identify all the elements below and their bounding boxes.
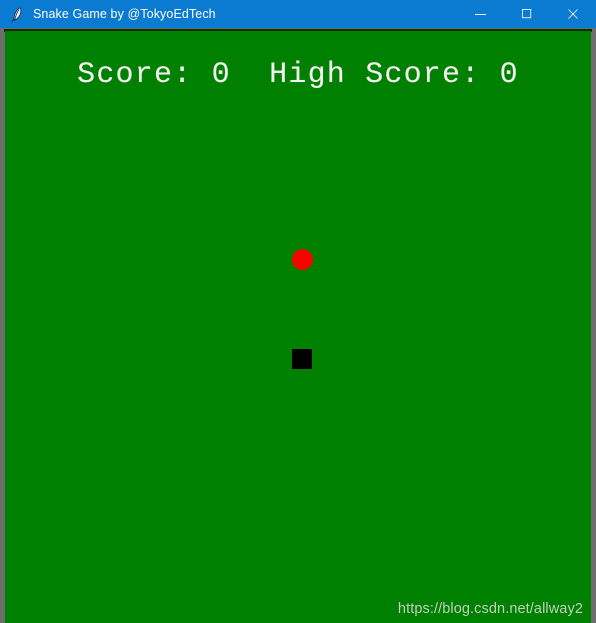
snake-game-window: Snake Game by @TokyoEdTech Score: 0 High… [0, 0, 596, 623]
minimize-button[interactable] [458, 0, 504, 28]
close-button[interactable] [550, 0, 596, 28]
feather-pen-icon [11, 7, 22, 22]
window-title: Snake Game by @TokyoEdTech [33, 7, 216, 21]
maximize-button[interactable] [504, 0, 550, 28]
title-bar: Snake Game by @TokyoEdTech [0, 0, 596, 28]
game-canvas[interactable]: Score: 0 High Score: 0 https://blog.csdn… [5, 31, 591, 623]
scoreboard: Score: 0 High Score: 0 [77, 58, 519, 92]
close-icon [568, 9, 578, 19]
watermark-text: https://blog.csdn.net/allway2 [397, 601, 583, 617]
snake-head-segment [292, 349, 312, 369]
maximize-icon [522, 9, 532, 19]
window-frame: Score: 0 High Score: 0 https://blog.csdn… [0, 28, 596, 623]
food-pellet [292, 249, 313, 270]
minimize-icon [475, 14, 486, 15]
